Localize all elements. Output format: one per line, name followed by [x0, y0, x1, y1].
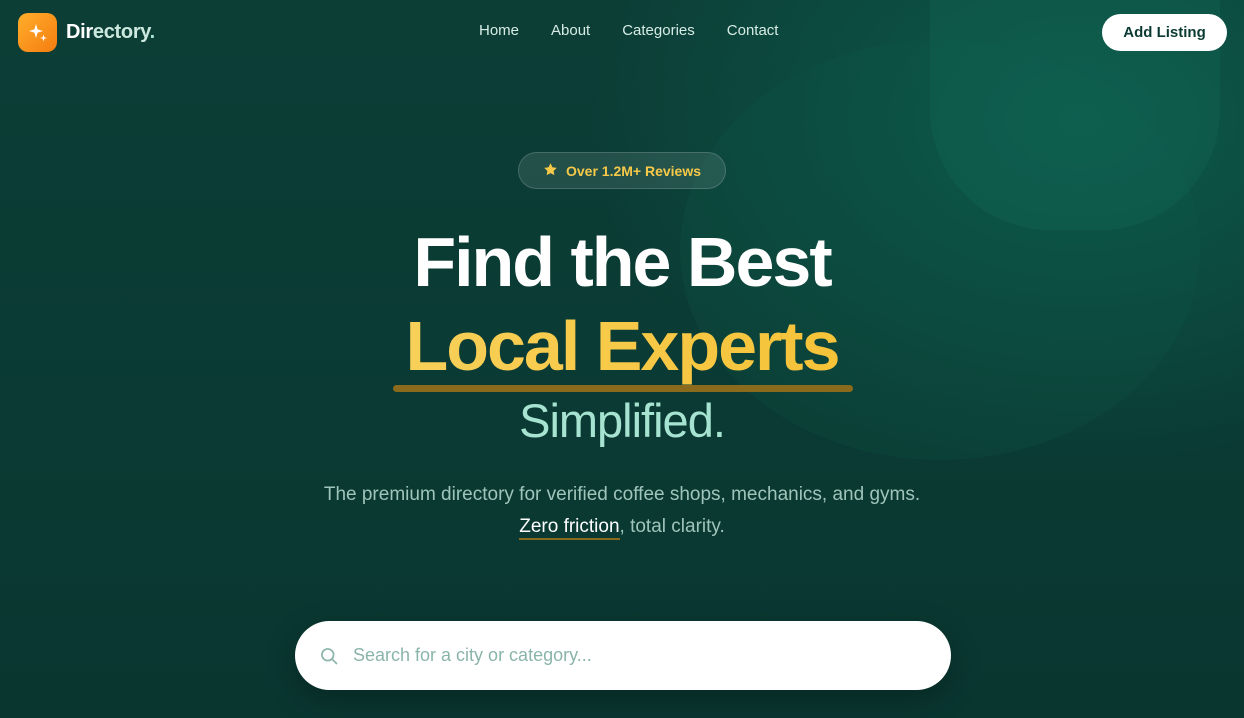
brand-name-dot: .: [149, 21, 156, 43]
hero-title-line3: Simplified.: [519, 394, 726, 447]
hero-tagline: Zero friction, total clarity.: [300, 511, 944, 543]
search-icon: [319, 646, 339, 666]
hero-title-line1: Find the Best: [413, 223, 832, 301]
brand-name-rest: ectory: [92, 21, 150, 43]
search-bar[interactable]: [295, 621, 951, 690]
nav-about-link[interactable]: About: [551, 22, 590, 39]
nav-contact-link[interactable]: Contact: [727, 22, 779, 39]
nav-home-link[interactable]: Home: [479, 22, 519, 39]
search-input[interactable]: [351, 644, 915, 667]
add-listing-button[interactable]: Add Listing: [1102, 14, 1227, 51]
hero-subtitle: The premium directory for verified coffe…: [323, 484, 921, 505]
brand-name: Directory.: [66, 21, 155, 44]
nav-categories-link[interactable]: Categories: [622, 22, 695, 39]
title-underline: [393, 385, 853, 392]
sparkle-icon: [18, 13, 57, 52]
reviews-badge-text: Over 1.2M+ Reviews: [565, 162, 702, 179]
tagline-highlight: Zero friction: [519, 516, 620, 540]
brand-logo[interactable]: Directory.: [18, 13, 155, 52]
star-icon: [543, 162, 558, 180]
hero-title-line2: Local Experts: [0, 306, 1244, 386]
main-nav: Home About Categories Contact: [479, 22, 778, 39]
reviews-badge: Over 1.2M+ Reviews: [518, 152, 726, 189]
hero-subtitle-block: The premium directory for verified coffe…: [300, 479, 944, 543]
tagline-rest: , total clarity.: [619, 516, 725, 537]
brand-name-prefix: Dir: [66, 21, 93, 43]
